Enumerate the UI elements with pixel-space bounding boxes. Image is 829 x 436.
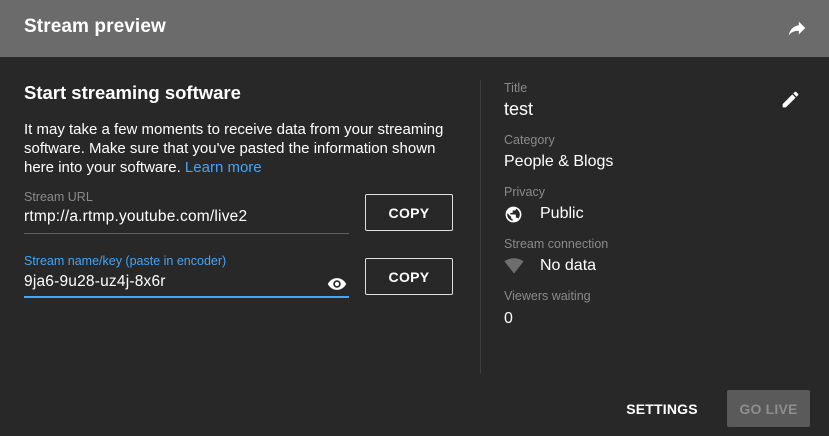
share-arrow-icon[interactable]	[786, 17, 808, 39]
stream-key-field[interactable]: 9ja6-9u28-uz4j-8x6r	[24, 273, 166, 291]
category-label: Category	[504, 133, 555, 147]
title-label: Title	[504, 81, 528, 95]
stream-title-value: test	[504, 99, 534, 119]
pencil-icon[interactable]	[780, 89, 801, 110]
go-live-button: GO LIVE	[727, 390, 810, 427]
section-title: Start streaming software	[24, 82, 241, 103]
eye-icon[interactable]	[327, 274, 347, 294]
learn-more-link[interactable]: Learn more	[185, 159, 262, 176]
stream-key-underline	[24, 296, 349, 298]
dialog-header: Stream preview	[0, 0, 829, 57]
viewers-waiting-label: Viewers waiting	[504, 289, 591, 303]
stream-key-label: Stream name/key (paste in encoder)	[24, 254, 227, 268]
viewers-waiting-value: 0	[504, 310, 513, 327]
category-value: People & Blogs	[504, 153, 614, 170]
privacy-label: Privacy	[504, 185, 545, 199]
stream-url-underline	[24, 233, 349, 234]
wifi-signal-icon	[504, 258, 524, 274]
stream-preview-dialog: Stream preview Start streaming software …	[0, 0, 829, 436]
stream-url-label: Stream URL	[24, 190, 93, 204]
stream-connection-label: Stream connection	[504, 237, 609, 251]
globe-icon	[505, 206, 522, 223]
stream-connection-value: No data	[540, 257, 597, 274]
stream-url-field[interactable]: rtmp://a.rtmp.youtube.com/live2	[24, 208, 247, 226]
settings-button[interactable]: SETTINGS	[616, 392, 708, 425]
copy-stream-key-button[interactable]: COPY	[365, 258, 453, 295]
copy-stream-url-button[interactable]: COPY	[365, 194, 453, 231]
panel-divider	[480, 80, 481, 374]
dialog-title: Stream preview	[24, 16, 166, 37]
setup-description: It may take a few moments to receive dat…	[24, 120, 444, 177]
privacy-value: Public	[540, 205, 584, 222]
